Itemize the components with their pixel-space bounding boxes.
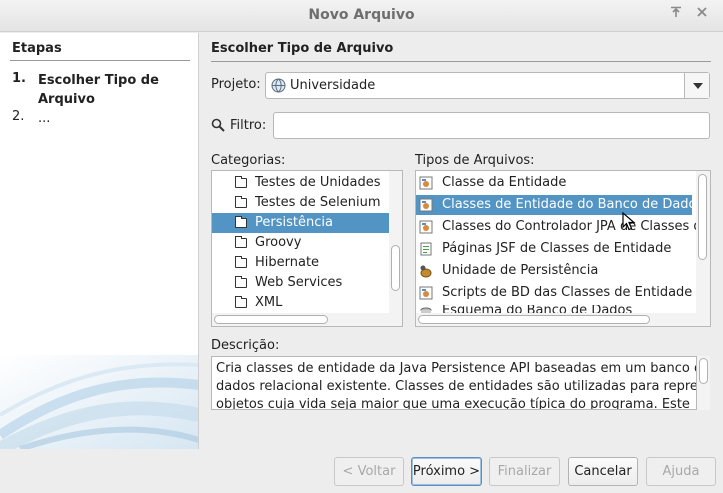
filetype-label: Esquema do Banco de Dados bbox=[442, 305, 633, 313]
chevron-down-icon[interactable] bbox=[684, 73, 709, 98]
category-label: Testes de Unidades bbox=[255, 175, 381, 190]
list-item[interactable]: Persistência bbox=[212, 213, 389, 233]
persistence-unit-icon bbox=[420, 265, 432, 278]
filetype-label: Páginas JSF de Classes de Entidade bbox=[442, 241, 672, 256]
step-label: Escolher Tipo de Arquivo bbox=[38, 73, 159, 107]
help-button[interactable]: Ajuda bbox=[646, 457, 716, 486]
folder-icon bbox=[235, 256, 247, 268]
category-label: Testes de Selenium bbox=[255, 195, 381, 210]
description-vertical-scrollbar[interactable] bbox=[697, 356, 710, 410]
list-item[interactable]: XML bbox=[212, 293, 389, 313]
entity-class-icon bbox=[419, 176, 433, 190]
categories-list[interactable]: Testes de Unidades Testes de Selenium Pe… bbox=[211, 170, 403, 327]
list-item[interactable]: Groovy bbox=[212, 233, 389, 253]
category-label: Persistência bbox=[255, 215, 333, 230]
project-label: Projeto: bbox=[211, 77, 261, 92]
filetype-label: Scripts de BD das Classes de Entidade bbox=[442, 285, 693, 300]
filetype-label: Classes de Entidade do Banco de Dados bbox=[442, 197, 704, 212]
filter-input[interactable] bbox=[273, 112, 710, 139]
mouse-cursor-icon bbox=[622, 212, 636, 231]
filter-label: Filtro: bbox=[230, 118, 267, 133]
jsf-pages-icon bbox=[420, 242, 432, 256]
db-script-icon bbox=[419, 286, 433, 300]
step-number: 2. bbox=[12, 109, 25, 124]
filetypes-label: Tipos de Arquivos: bbox=[415, 153, 535, 168]
folder-icon bbox=[235, 276, 247, 288]
folder-icon bbox=[235, 176, 247, 188]
pin-icon[interactable] bbox=[666, 5, 686, 25]
filetypes-vertical-scrollbar[interactable] bbox=[696, 171, 710, 313]
categories-label: Categorias: bbox=[211, 153, 286, 168]
list-item[interactable]: Web Services bbox=[212, 273, 389, 293]
filetypes-horizontal-scrollbar[interactable] bbox=[416, 313, 710, 326]
steps-pane: Etapas 1. Escolher Tipo de Arquivo 2. ..… bbox=[0, 33, 199, 449]
steps-divider bbox=[10, 60, 190, 61]
page-title: Escolher Tipo de Arquivo bbox=[211, 41, 394, 56]
scrollbar-thumb[interactable] bbox=[214, 315, 328, 324]
list-item[interactable]: Unidade de Persistência bbox=[416, 261, 696, 281]
scrollbar-thumb[interactable] bbox=[699, 358, 708, 384]
filetype-label: Classes do Controlador JPA de Classes de… bbox=[442, 219, 711, 234]
categories-horizontal-scrollbar[interactable] bbox=[212, 313, 402, 326]
folder-icon bbox=[235, 236, 247, 248]
scrollbar-thumb[interactable] bbox=[698, 174, 707, 260]
categories-vertical-scrollbar[interactable] bbox=[389, 171, 402, 313]
list-item[interactable]: Esquema do Banco de Dados bbox=[416, 305, 696, 313]
list-item[interactable]: Testes de Unidades bbox=[212, 173, 389, 193]
step-number: 1. bbox=[12, 71, 26, 86]
finish-button[interactable]: Finalizar bbox=[489, 457, 560, 486]
category-label: Web Services bbox=[255, 275, 343, 290]
cancel-button[interactable]: Cancelar bbox=[568, 457, 638, 486]
jpa-controller-icon bbox=[419, 220, 433, 234]
list-item[interactable]: Classe da Entidade bbox=[416, 173, 696, 193]
steps-header: Etapas bbox=[12, 41, 62, 56]
title-divider bbox=[211, 61, 711, 62]
scrollbar-thumb[interactable] bbox=[391, 245, 400, 291]
filetypes-list[interactable]: Classe da Entidade Classes de Entidade d… bbox=[415, 170, 711, 327]
search-icon bbox=[211, 118, 225, 132]
scrollbar-thumb[interactable] bbox=[418, 315, 650, 324]
entity-db-icon bbox=[419, 198, 433, 212]
filetype-label: Unidade de Persistência bbox=[442, 263, 599, 278]
list-item[interactable]: Testes de Selenium bbox=[212, 193, 389, 213]
category-label: XML bbox=[255, 295, 283, 310]
category-label: Hibernate bbox=[255, 255, 320, 270]
project-value: Universidade bbox=[290, 78, 376, 93]
list-item[interactable]: Hibernate bbox=[212, 253, 389, 273]
next-button[interactable]: Próximo > bbox=[411, 457, 482, 486]
description-line: objetos cuja vida seja maior que uma exe… bbox=[216, 397, 690, 410]
decorative-swoosh-image bbox=[0, 355, 198, 449]
description-line: Cria classes de entidade da Java Persist… bbox=[216, 361, 697, 376]
project-combobox[interactable]: Universidade bbox=[265, 72, 710, 99]
filetype-label: Classe da Entidade bbox=[442, 175, 567, 190]
window-title: Novo Arquivo bbox=[308, 7, 415, 23]
title-bar: Novo Arquivo bbox=[0, 0, 723, 32]
project-icon bbox=[271, 78, 286, 93]
step-label: ... bbox=[38, 111, 51, 126]
category-label: Groovy bbox=[255, 235, 302, 250]
description-text-area[interactable]: Cria classes de entidade da Java Persist… bbox=[211, 356, 697, 410]
folder-icon bbox=[235, 216, 247, 228]
list-item[interactable]: Páginas JSF de Classes de Entidade bbox=[416, 239, 696, 259]
close-icon[interactable] bbox=[692, 5, 712, 25]
list-item[interactable]: Classes de Entidade do Banco de Dados bbox=[416, 195, 703, 215]
back-button[interactable]: < Voltar bbox=[334, 457, 404, 486]
folder-icon bbox=[235, 296, 247, 308]
folder-icon bbox=[235, 196, 247, 208]
description-label: Descrição: bbox=[211, 338, 280, 353]
list-item[interactable]: Scripts de BD das Classes de Entidade bbox=[416, 283, 696, 303]
description-line: dados relacional existente. Classes de e… bbox=[216, 379, 697, 394]
list-item[interactable]: Classes do Controlador JPA de Classes de… bbox=[416, 217, 710, 237]
